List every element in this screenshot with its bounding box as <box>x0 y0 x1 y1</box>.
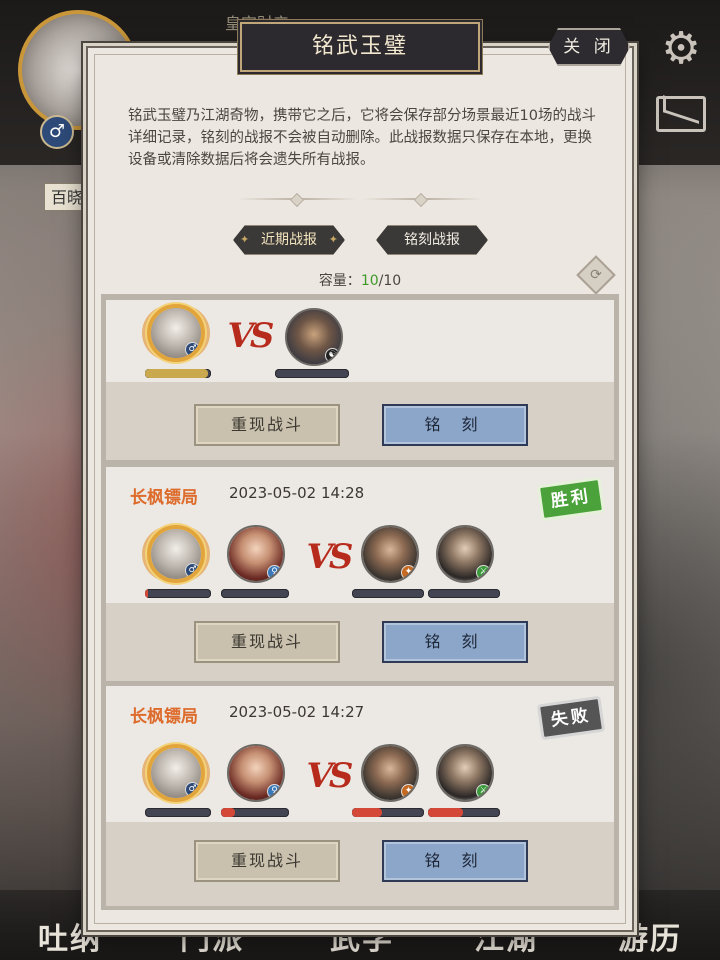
capacity-total: /10 <box>378 273 402 289</box>
fire-badge-icon: ✦ <box>401 565 416 580</box>
taiji-badge-icon: ☯ <box>325 348 340 363</box>
fire-badge-icon: ✦ <box>401 784 416 799</box>
hp-fill <box>145 369 208 378</box>
hp-bar <box>352 808 424 817</box>
male-badge-icon: ♂ <box>185 342 200 357</box>
replay-battle-button[interactable]: 重现战斗 <box>194 621 340 663</box>
hp-bar <box>275 369 349 378</box>
enemy-portrait: ⚔ <box>436 744 494 802</box>
sword-badge-icon: ⚔ <box>476 565 491 580</box>
modal-title: 铭武玉璧 <box>240 22 480 72</box>
hp-fill <box>145 589 149 598</box>
battle-time: 2023-05-02 14:28 <box>229 484 365 502</box>
mail-icon[interactable] <box>656 96 706 132</box>
battle-card: ♂ VS ☯ 重现战斗 铭 刻 <box>106 300 614 460</box>
hp-bar <box>221 808 289 817</box>
hp-bar <box>428 808 500 817</box>
vs-icon: VS <box>306 537 354 577</box>
engrave-button[interactable]: 铭 刻 <box>382 404 528 446</box>
battle-time: 2023-05-02 14:27 <box>229 703 365 721</box>
battle-card: 长枫镖局 2023-05-02 14:28 胜利 ♂ ♀ VS ✦ ⚔ 重现战斗… <box>106 467 614 681</box>
hp-bar <box>145 589 211 598</box>
hp-bar <box>428 589 500 598</box>
hp-bar <box>221 589 289 598</box>
vs-icon: VS <box>306 756 354 796</box>
engrave-button[interactable]: 铭 刻 <box>382 840 528 882</box>
replay-battle-button[interactable]: 重现战斗 <box>194 404 340 446</box>
male-badge-icon: ♂ <box>185 782 200 797</box>
enemy-portrait: ☯ <box>285 308 343 366</box>
tab-recent-reports[interactable]: 近期战报 <box>233 225 345 255</box>
settings-gear-icon[interactable]: ⚙ <box>656 24 706 74</box>
modal-description: 铭武玉璧乃江湖奇物，携带它之后，它将会保存部分场景最近10场的战斗详细记录，铭刻… <box>128 108 596 168</box>
enemy-portrait: ✦ <box>361 744 419 802</box>
tab-engraved-reports[interactable]: 铭刻战报 <box>376 225 488 255</box>
hp-bar <box>145 369 211 378</box>
ally-portrait: ♀ <box>227 744 285 802</box>
opponent-team-name: 长枫镖局 <box>130 707 198 727</box>
refresh-icon: ⟳ <box>590 267 602 283</box>
close-button[interactable]: 关 闭 <box>548 28 630 66</box>
hp-fill <box>221 808 235 817</box>
hp-bar <box>352 589 424 598</box>
battle-list[interactable]: ♂ VS ☯ 重现战斗 铭 刻 长枫镖局 2023-05-02 14:28 胜利… <box>101 294 619 910</box>
hp-bar <box>145 808 211 817</box>
female-badge-icon: ♀ <box>267 565 282 580</box>
gender-icon: ♂ <box>40 115 74 149</box>
divider-left <box>238 192 358 208</box>
vs-icon: VS <box>227 316 275 356</box>
hp-fill <box>352 808 383 817</box>
battle-card: 长枫镖局 2023-05-02 14:27 失败 ♂ ♀ VS ✦ ⚔ 重现战斗… <box>106 686 614 906</box>
capacity-used: 10 <box>360 273 379 289</box>
male-badge-icon: ♂ <box>185 563 200 578</box>
player-portrait: ♂ <box>147 304 205 362</box>
player-portrait: ♂ <box>147 744 205 802</box>
enemy-portrait: ⚔ <box>436 525 494 583</box>
opponent-team-name: 长枫镖局 <box>130 488 198 508</box>
hp-fill <box>428 808 463 817</box>
divider-right <box>362 192 482 208</box>
capacity-label: 容量： <box>318 273 361 289</box>
female-badge-icon: ♀ <box>267 784 282 799</box>
ally-portrait: ♀ <box>227 525 285 583</box>
player-portrait: ♂ <box>147 525 205 583</box>
sword-badge-icon: ⚔ <box>476 784 491 799</box>
enemy-portrait: ✦ <box>361 525 419 583</box>
replay-battle-button[interactable]: 重现战斗 <box>194 840 340 882</box>
engrave-button[interactable]: 铭 刻 <box>382 621 528 663</box>
